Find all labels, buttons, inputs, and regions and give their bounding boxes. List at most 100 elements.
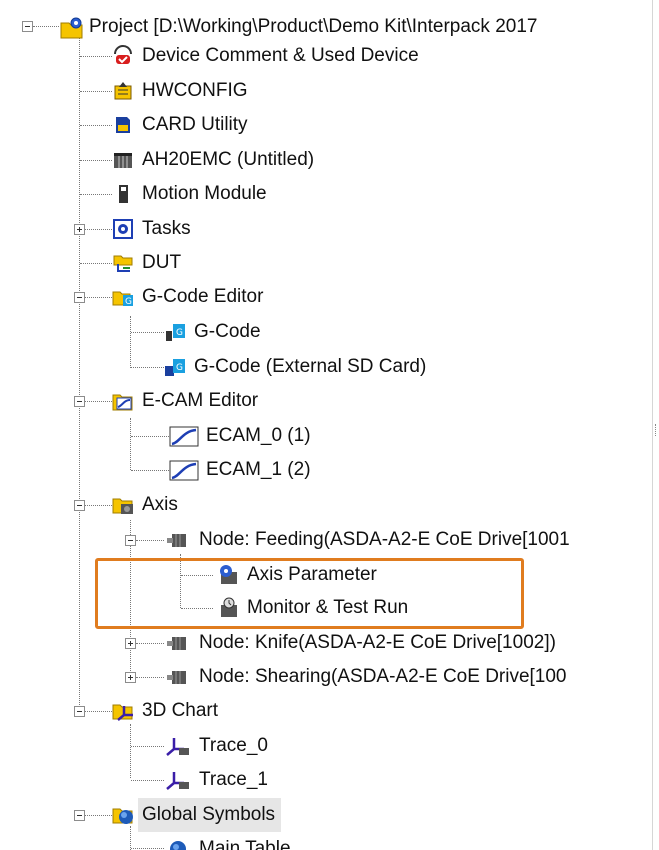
- tree-item-gcode-sd[interactable]: G G-Code (External SD Card): [164, 350, 426, 384]
- tree-item-label: Trace_1: [199, 769, 268, 790]
- svg-text:G: G: [176, 363, 183, 373]
- collapse-toggle[interactable]: [74, 396, 85, 407]
- tree-guide-line: [85, 229, 112, 230]
- tree-item-label: Node: Shearing(ASDA-A2-E CoE Drive[100: [199, 666, 567, 687]
- tree-guide-line: [80, 160, 112, 161]
- tree-guide-line: [80, 263, 112, 264]
- global-symbols-folder-icon: [112, 804, 135, 827]
- tree-item-label: Motion Module: [142, 183, 267, 204]
- project-tree-panel: Project [D:\Working\Product\Demo Kit\Int…: [0, 0, 653, 850]
- collapse-toggle[interactable]: [125, 535, 136, 546]
- tree-item-global-symbols[interactable]: Global Symbols: [112, 798, 282, 832]
- tree-item-tasks[interactable]: Tasks: [112, 212, 191, 246]
- device-comment-icon: [112, 44, 135, 68]
- servo-drive-icon: [164, 632, 192, 655]
- tree-item-trace1[interactable]: Trace_1: [164, 763, 268, 797]
- tree-guide-line: [131, 780, 164, 781]
- project-folder-gear-icon: [59, 16, 83, 39]
- tree-item-label: Main Table: [199, 838, 291, 850]
- axis-folder-icon: [112, 494, 135, 517]
- tree-item-ah20emc[interactable]: AH20EMC (Untitled): [112, 143, 314, 177]
- tree-item-node-shearing[interactable]: Node: Shearing(ASDA-A2-E CoE Drive[100: [164, 660, 567, 694]
- module-icon: [112, 183, 135, 206]
- tree-guide-line: [136, 677, 164, 678]
- tree-item-label: E-CAM Editor: [142, 390, 259, 411]
- tree-item-label: Trace_0: [199, 735, 268, 756]
- tree-item-gcode[interactable]: G G-Code: [164, 315, 261, 349]
- collapse-toggle[interactable]: [22, 21, 33, 32]
- tree-item-ecam0[interactable]: ECAM_0 (1): [169, 419, 311, 453]
- tree-guide-line: [85, 505, 112, 506]
- tree-item-label: G-Code Editor: [142, 286, 264, 307]
- gcode-file-icon: G: [164, 321, 187, 344]
- tree-guide-line: [131, 470, 169, 471]
- tree-item-label: Axis: [142, 494, 178, 515]
- tree-guide-line: [130, 316, 131, 368]
- tree-item-label: ECAM_0 (1): [206, 425, 311, 446]
- tree-item-label: Tasks: [142, 218, 191, 239]
- tree-guide-line: [33, 26, 59, 27]
- ecam-chart-icon: [169, 459, 199, 482]
- tree-item-label: G-Code: [194, 321, 261, 342]
- tree-guide-line: [85, 297, 112, 298]
- collapse-toggle[interactable]: [74, 810, 85, 821]
- expand-toggle[interactable]: [74, 224, 85, 235]
- svg-text:G: G: [176, 328, 183, 338]
- expand-toggle[interactable]: [125, 638, 136, 649]
- collapse-toggle[interactable]: [74, 292, 85, 303]
- tree-guide-line: [136, 540, 164, 541]
- tree-guide-line: [80, 56, 112, 57]
- tasks-gear-icon: [112, 218, 135, 241]
- tree-item-label: HWCONFIG: [142, 80, 248, 101]
- tree-item-label: 3D Chart: [142, 700, 219, 721]
- tree-guide-line: [80, 194, 112, 195]
- tree-guide-line: [131, 746, 164, 747]
- tree-guide-line: [80, 125, 112, 126]
- tree-item-3d-chart[interactable]: 3D Chart: [112, 694, 218, 728]
- collapse-toggle[interactable]: [74, 706, 85, 717]
- tree-item-hwconfig[interactable]: HWCONFIG: [112, 74, 248, 108]
- gcode-folder-icon: G: [112, 286, 135, 309]
- tree-guide-line: [85, 401, 112, 402]
- tree-item-label: ECAM_1 (2): [206, 459, 311, 480]
- splitter-grip[interactable]: [655, 424, 658, 436]
- tree-item-ecam-editor[interactable]: E-CAM Editor: [112, 384, 258, 418]
- tree-item-node-knife[interactable]: Node: Knife(ASDA-A2-E CoE Drive[1002]): [164, 626, 556, 660]
- svg-text:G: G: [125, 297, 132, 307]
- tree-item-node-feeding[interactable]: Node: Feeding(ASDA-A2-E CoE Drive[1001: [164, 523, 570, 557]
- gcode-sd-icon: G: [164, 356, 187, 379]
- hwconfig-icon: [112, 80, 135, 103]
- collapse-toggle[interactable]: [74, 500, 85, 511]
- tree-item-trace0[interactable]: Trace_0: [164, 729, 268, 763]
- tree-guide-line: [80, 91, 112, 92]
- tree-item-card-utility[interactable]: CARD Utility: [112, 108, 248, 142]
- tree-guide-line: [85, 815, 112, 816]
- sd-card-icon: [112, 114, 135, 137]
- tree-item-ecam1[interactable]: ECAM_1 (2): [169, 453, 311, 487]
- tree-item-label: CARD Utility: [142, 114, 248, 135]
- expand-toggle[interactable]: [125, 672, 136, 683]
- tree-item-axis[interactable]: Axis: [112, 488, 178, 522]
- tree-item-label: Global Symbols: [138, 798, 282, 832]
- main-table-icon: [164, 838, 192, 850]
- tree-guide-line: [130, 418, 131, 470]
- tree-item-dut[interactable]: DUT: [112, 246, 181, 280]
- tree-item-label: Node: Knife(ASDA-A2-E CoE Drive[1002]): [199, 632, 556, 653]
- tree-guide-line: [131, 367, 164, 368]
- trace-icon: [164, 769, 192, 792]
- tree-item-gcode-editor[interactable]: G G-Code Editor: [112, 280, 263, 314]
- tree-guide-line: [136, 643, 164, 644]
- tree-guide-line: [131, 848, 164, 849]
- tree-item-motion-module[interactable]: Motion Module: [112, 177, 267, 211]
- trace-icon: [164, 735, 192, 758]
- tree-item-device-comment[interactable]: Device Comment & Used Device: [112, 39, 419, 73]
- servo-drive-icon: [164, 666, 192, 689]
- tree-item-label: Device Comment & Used Device: [142, 45, 419, 66]
- tree-guide-line: [85, 711, 112, 712]
- tree-guide-line: [131, 436, 169, 437]
- tree-item-label: AH20EMC (Untitled): [142, 149, 315, 170]
- dut-folder-icon: [112, 252, 135, 275]
- tree-guide-line: [131, 332, 164, 333]
- highlight-box: [95, 558, 524, 629]
- tree-item-main-table[interactable]: Main Table: [164, 832, 291, 850]
